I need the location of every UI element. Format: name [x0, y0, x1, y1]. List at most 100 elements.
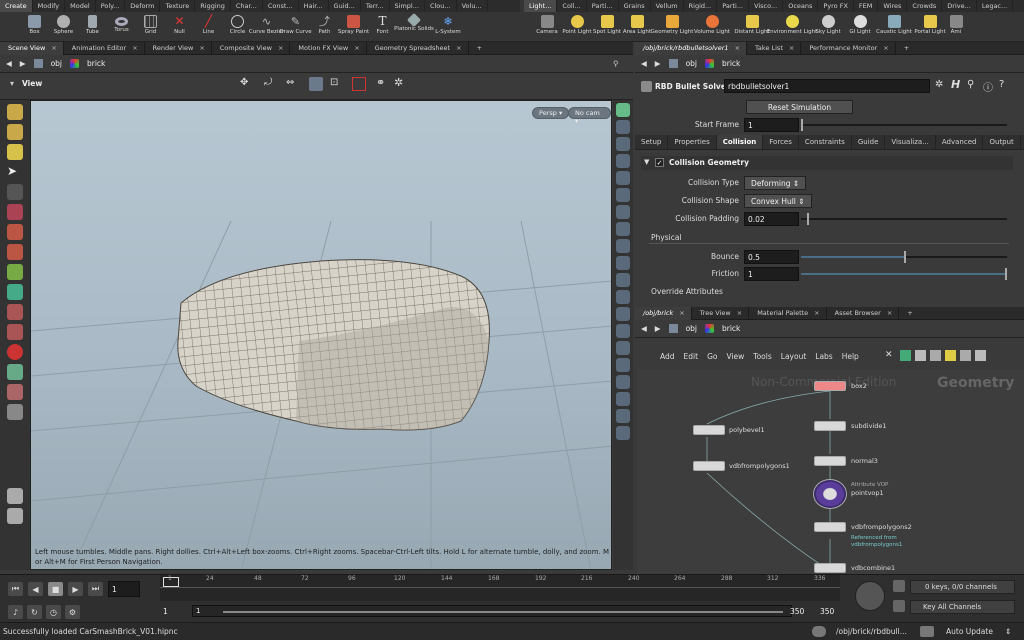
tab-rbdbulletsolver1[interactable]: /obj/brick/rbdbulletsolver1 × — [635, 42, 748, 55]
point-light-tool[interactable]: Point Light — [562, 13, 592, 41]
color-palette-icon[interactable] — [900, 350, 911, 361]
wireframe-icon[interactable] — [616, 120, 630, 134]
shelf-tab[interactable]: Crowds — [907, 0, 943, 12]
flipbook-icon[interactable] — [7, 404, 23, 420]
tab-tree-view[interactable]: Tree View × — [692, 307, 750, 320]
slider-thumb[interactable] — [801, 119, 803, 131]
safe-area-icon[interactable] — [352, 77, 366, 91]
caustic-light-tool[interactable]: Caustic Light — [876, 13, 912, 41]
point-icon[interactable] — [616, 341, 630, 355]
edit-tool-icon[interactable] — [7, 124, 23, 140]
shelf-tab[interactable]: Modify — [33, 0, 66, 12]
texture-icon[interactable] — [616, 409, 630, 423]
key-icon[interactable] — [893, 580, 905, 592]
sphere-tool[interactable]: Sphere — [49, 13, 78, 41]
menu-layout[interactable]: Layout — [781, 352, 807, 361]
sky-light-tool[interactable]: Sky Light — [812, 13, 844, 41]
shelf-tab[interactable]: Visco... — [749, 0, 784, 12]
pen-icon[interactable] — [616, 290, 630, 304]
key-all-icon[interactable] — [893, 600, 905, 612]
update-mode-dropdown-icon[interactable]: ⇕ — [1005, 627, 1011, 636]
wrench-icon[interactable]: ✕ — [885, 350, 896, 361]
path-brick[interactable]: brick — [722, 59, 740, 68]
key-all-channels-button[interactable]: Key All Channels — [910, 600, 1015, 614]
shelf-tab[interactable]: Pyro FX — [818, 0, 854, 12]
pointvop1-node[interactable] — [813, 479, 847, 509]
close-icon[interactable]: × — [456, 44, 461, 55]
lighting-icon[interactable] — [7, 508, 23, 524]
bounce-slider[interactable] — [801, 251, 1007, 263]
menu-labs[interactable]: Labs — [815, 352, 832, 361]
tab-geometry-spreadsheet[interactable]: Geometry Spreadsheet × — [367, 42, 469, 55]
snap-icon[interactable] — [7, 304, 23, 320]
shelf-tab[interactable]: Parti... — [587, 0, 619, 12]
back-arrow-icon[interactable]: ◀ — [6, 59, 12, 68]
distant-light-tool[interactable]: Distant Light — [732, 13, 772, 41]
status-path[interactable]: /obj/brick/rbdbull... — [836, 627, 907, 636]
light-icon[interactable] — [616, 188, 630, 202]
shelf-tab[interactable]: Guid... — [329, 0, 361, 12]
slider-thumb[interactable] — [1005, 268, 1007, 280]
sticky-note-icon[interactable] — [945, 350, 956, 361]
friction-field[interactable]: 1 — [744, 267, 799, 281]
global-settings-icon[interactable]: ⚙ — [65, 605, 80, 619]
jump-end-button[interactable]: ⏭ — [88, 582, 103, 596]
close-icon[interactable]: × — [278, 44, 283, 55]
close-icon[interactable]: × — [354, 44, 359, 55]
display-normals-icon[interactable] — [616, 154, 630, 168]
curve-bezier-tool[interactable]: ∿ Curve Bezier — [249, 13, 284, 41]
tab-asset-browser[interactable]: Asset Browser × — [827, 307, 900, 320]
shelf-tab[interactable]: Simpl... — [390, 0, 425, 12]
collision-padding-field[interactable]: 0.02 — [744, 212, 799, 226]
gi-light-tool[interactable]: GI Light — [844, 13, 876, 41]
tube-tool[interactable]: Tube — [78, 13, 107, 41]
font-tool[interactable]: T Font — [368, 13, 397, 41]
key-mode-dial[interactable] — [855, 581, 885, 611]
edge-icon[interactable] — [616, 358, 630, 372]
shelf-tab[interactable]: Create — [0, 0, 33, 12]
torus-tool[interactable]: Torus — [107, 13, 136, 41]
path-obj[interactable]: obj — [686, 324, 697, 333]
box2-node[interactable] — [814, 381, 846, 391]
tab-performance-monitor[interactable]: Performance Monitor × — [801, 42, 896, 55]
platonic-solids-tool[interactable]: Platonic Solids — [394, 12, 434, 41]
vdbcombine1-node[interactable] — [814, 563, 846, 573]
bounce-field[interactable]: 0.5 — [744, 250, 799, 264]
visibility-icon[interactable] — [616, 222, 630, 236]
tab-material-palette[interactable]: Material Palette × — [749, 307, 827, 320]
3d-viewport[interactable]: Persp ▾ No cam ▾ Left mouse tumbles. Mid… — [30, 100, 612, 570]
normal3-node[interactable] — [814, 456, 846, 466]
tab-take-list[interactable]: Take List × — [747, 42, 802, 55]
grid-view-icon[interactable] — [915, 350, 926, 361]
close-icon[interactable]: × — [51, 44, 56, 55]
tab-motion-fx-view[interactable]: Motion FX View × — [290, 42, 367, 55]
shelf-tab[interactable]: Terr... — [361, 0, 390, 12]
realtime-icon[interactable]: ◷ — [46, 605, 61, 619]
collision-shape-menu[interactable]: Convex Hull ⇕ — [744, 194, 812, 208]
shelf-tab[interactable]: Wires — [878, 0, 908, 12]
handle-tool-icon[interactable] — [7, 284, 23, 300]
shelf-tab[interactable]: Hair... — [299, 0, 329, 12]
slider-thumb[interactable] — [807, 213, 809, 225]
shelf-tab[interactable]: Rigging — [195, 0, 231, 12]
start-frame-value[interactable]: 1 — [163, 607, 168, 616]
collision-geometry-folder[interactable]: ▼ ✓ Collision Geometry — [641, 156, 1013, 170]
collapse-icon[interactable]: ▼ — [644, 158, 649, 166]
shelf-tab[interactable]: Clou... — [425, 0, 457, 12]
back-arrow-icon[interactable]: ◀ — [641, 59, 647, 68]
shelf-tab[interactable]: Grains — [619, 0, 651, 12]
volume-light-tool[interactable]: Volume Light — [692, 13, 732, 41]
stop-button[interactable]: ■ — [48, 582, 63, 596]
close-icon[interactable]: × — [887, 309, 892, 320]
frame-ruler[interactable]: 1 24 48 72 96 120 144 168 192 216 240 26… — [160, 575, 840, 601]
tab-obj-brick[interactable]: /obj/brick × — [635, 307, 692, 320]
snapshot-icon[interactable]: ⚭ — [376, 76, 385, 89]
shelf-tab[interactable]: Const... — [263, 0, 299, 12]
handle-icon[interactable]: ✥ — [240, 77, 254, 91]
tumble-icon[interactable]: ⤾ — [264, 77, 278, 91]
path-brick[interactable]: brick — [87, 59, 105, 68]
menu-go[interactable]: Go — [707, 352, 717, 361]
tab-render-view[interactable]: Render View × — [145, 42, 212, 55]
gear-icon[interactable]: ✲ — [935, 79, 943, 90]
close-icon[interactable]: × — [883, 44, 888, 55]
